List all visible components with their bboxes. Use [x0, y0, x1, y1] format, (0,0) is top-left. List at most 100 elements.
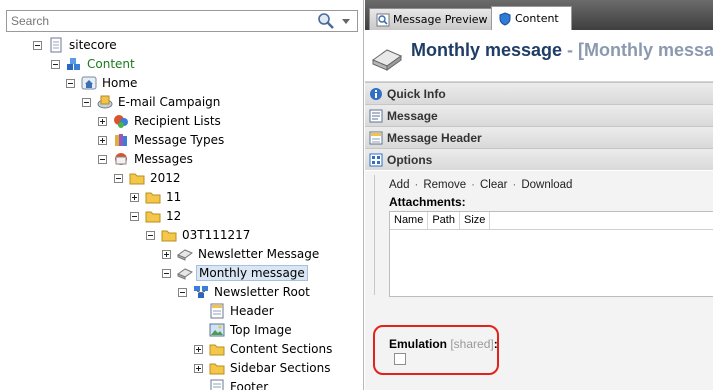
- messages-icon: [115, 153, 127, 165]
- tree-node-12[interactable]: 12: [130, 207, 183, 225]
- editor-tabstrip: Message Preview Content: [365, 0, 713, 30]
- message-icon: [371, 49, 403, 71]
- folder-icon: [129, 173, 145, 185]
- tree-node-label: E-mail Campaign: [118, 95, 221, 109]
- tree-node-2012[interactable]: 2012: [114, 169, 183, 187]
- add-attachment-button[interactable]: Add: [389, 179, 409, 191]
- tab-message-preview[interactable]: Message Preview: [369, 8, 501, 30]
- collapse-toggle[interactable]: [162, 268, 171, 278]
- expand-toggle[interactable]: [130, 192, 139, 202]
- collapse-toggle[interactable]: [66, 78, 75, 88]
- tree-node-label: Home: [102, 76, 138, 90]
- tree-node-label: Header: [230, 304, 274, 318]
- preview-icon: [376, 13, 390, 26]
- highlight-annotation: [373, 325, 499, 375]
- tree-node-message-types[interactable]: Message Types: [98, 131, 226, 149]
- expand-toggle[interactable]: [98, 135, 107, 145]
- folder-icon: [209, 363, 225, 375]
- tree-node-label: Footer: [230, 380, 269, 390]
- tree-node-label: Sidebar Sections: [230, 361, 331, 375]
- section-message[interactable]: Message: [365, 104, 713, 126]
- expand-toggle[interactable]: [98, 116, 107, 126]
- tree-node-label: Monthly message: [196, 265, 308, 281]
- tree-node-recipient-lists[interactable]: Recipient Lists: [98, 112, 223, 130]
- content-tree-pane: sitecore Content Home E-mail Campaign Re…: [0, 0, 364, 390]
- info-icon: [370, 87, 382, 100]
- tree-node-label: Content Sections: [230, 342, 333, 356]
- attachments-label: Attachments:: [389, 195, 466, 209]
- header-doc-icon: [369, 131, 383, 144]
- section-options[interactable]: Options: [365, 148, 713, 170]
- section-indent-line: [374, 175, 375, 295]
- expand-toggle[interactable]: [162, 249, 171, 259]
- collapse-toggle[interactable]: [130, 211, 139, 221]
- section-message-header[interactable]: Message Header: [365, 126, 713, 148]
- expand-toggle[interactable]: [194, 344, 203, 354]
- tree-node-content[interactable]: Content: [51, 55, 137, 73]
- folder-icon: [209, 344, 225, 356]
- tree-node-email-campaign[interactable]: E-mail Campaign: [82, 93, 222, 111]
- download-attachment-button[interactable]: Download: [521, 179, 572, 191]
- home-icon: [81, 76, 97, 90]
- document-lines-icon: [210, 303, 224, 319]
- tab-label: Message Preview: [393, 13, 488, 26]
- tree-node-label: Message Types: [134, 133, 225, 147]
- message-icon: [177, 249, 193, 261]
- tree-node-footer[interactable]: Footer: [194, 378, 270, 390]
- chevron-down-icon[interactable]: [339, 13, 353, 29]
- collapse-toggle[interactable]: [146, 230, 155, 240]
- tree-node-label: Recipient Lists: [134, 114, 221, 128]
- tree-node-header[interactable]: Header: [194, 302, 276, 320]
- tree-node-03t111217[interactable]: 03T111217: [146, 226, 252, 244]
- tree-node-label: Newsletter Root: [214, 285, 310, 299]
- tree-node-11[interactable]: 11: [130, 188, 183, 206]
- tree-node-home[interactable]: Home: [66, 74, 139, 92]
- search-input[interactable]: [11, 13, 307, 29]
- folder-icon: [161, 230, 177, 242]
- content-cubes-icon: [67, 58, 80, 70]
- attachments-toolbar: Add · Remove · Clear · Download: [389, 179, 573, 191]
- tree-node-sidebar-sections[interactable]: Sidebar Sections: [194, 359, 333, 377]
- tree-node-messages[interactable]: Messages: [98, 150, 195, 168]
- section-label: Options: [387, 152, 433, 167]
- remove-attachment-button[interactable]: Remove: [423, 179, 466, 191]
- attachments-table[interactable]: Name Path Size: [389, 211, 713, 297]
- tree-node-label: 03T111217: [182, 228, 251, 242]
- tree-node-newsletter-root[interactable]: Newsletter Root: [178, 283, 312, 301]
- column-header-path[interactable]: Path: [428, 212, 460, 229]
- document-lines-icon: [210, 379, 224, 390]
- search-icon[interactable]: [317, 12, 335, 30]
- section-quick-info[interactable]: Quick Info: [365, 82, 713, 104]
- folder-icon: [145, 211, 161, 223]
- column-header-name[interactable]: Name: [390, 212, 429, 229]
- collapse-toggle[interactable]: [82, 97, 91, 107]
- item-header: Monthly message - [Monthly message: [365, 30, 713, 82]
- column-header-size[interactable]: Size: [460, 212, 491, 229]
- clear-attachments-button[interactable]: Clear: [480, 179, 507, 191]
- layout-root-icon: [194, 286, 208, 298]
- email-campaign-icon: [97, 95, 113, 109]
- collapse-toggle[interactable]: [33, 40, 42, 50]
- tree-node-label: 11: [166, 190, 182, 204]
- recipients-icon: [114, 115, 128, 128]
- tree-node-sitecore[interactable]: sitecore: [33, 36, 119, 54]
- collapse-toggle[interactable]: [51, 59, 60, 69]
- tree-node-top-image[interactable]: Top Image: [194, 321, 294, 339]
- tab-content[interactable]: Content: [491, 6, 572, 30]
- form-icon: [369, 109, 383, 122]
- collapse-toggle[interactable]: [98, 154, 107, 164]
- tree-node-label: Newsletter Message: [198, 247, 320, 261]
- collapse-toggle[interactable]: [178, 287, 187, 297]
- tree-node-monthly-message[interactable]: Monthly message: [162, 264, 308, 282]
- tree-node-newsletter-message[interactable]: Newsletter Message: [162, 245, 321, 263]
- tree-node-content-sections[interactable]: Content Sections: [194, 340, 334, 358]
- section-label: Quick Info: [387, 86, 446, 101]
- tree-node-label: 2012: [150, 171, 181, 185]
- image-icon: [209, 323, 225, 337]
- page-icon: [50, 37, 62, 53]
- tree-node-label: Messages: [134, 152, 193, 166]
- collapse-toggle[interactable]: [114, 173, 123, 183]
- section-label: Message Header: [387, 130, 482, 145]
- expand-toggle[interactable]: [194, 363, 203, 373]
- folder-icon: [145, 192, 161, 204]
